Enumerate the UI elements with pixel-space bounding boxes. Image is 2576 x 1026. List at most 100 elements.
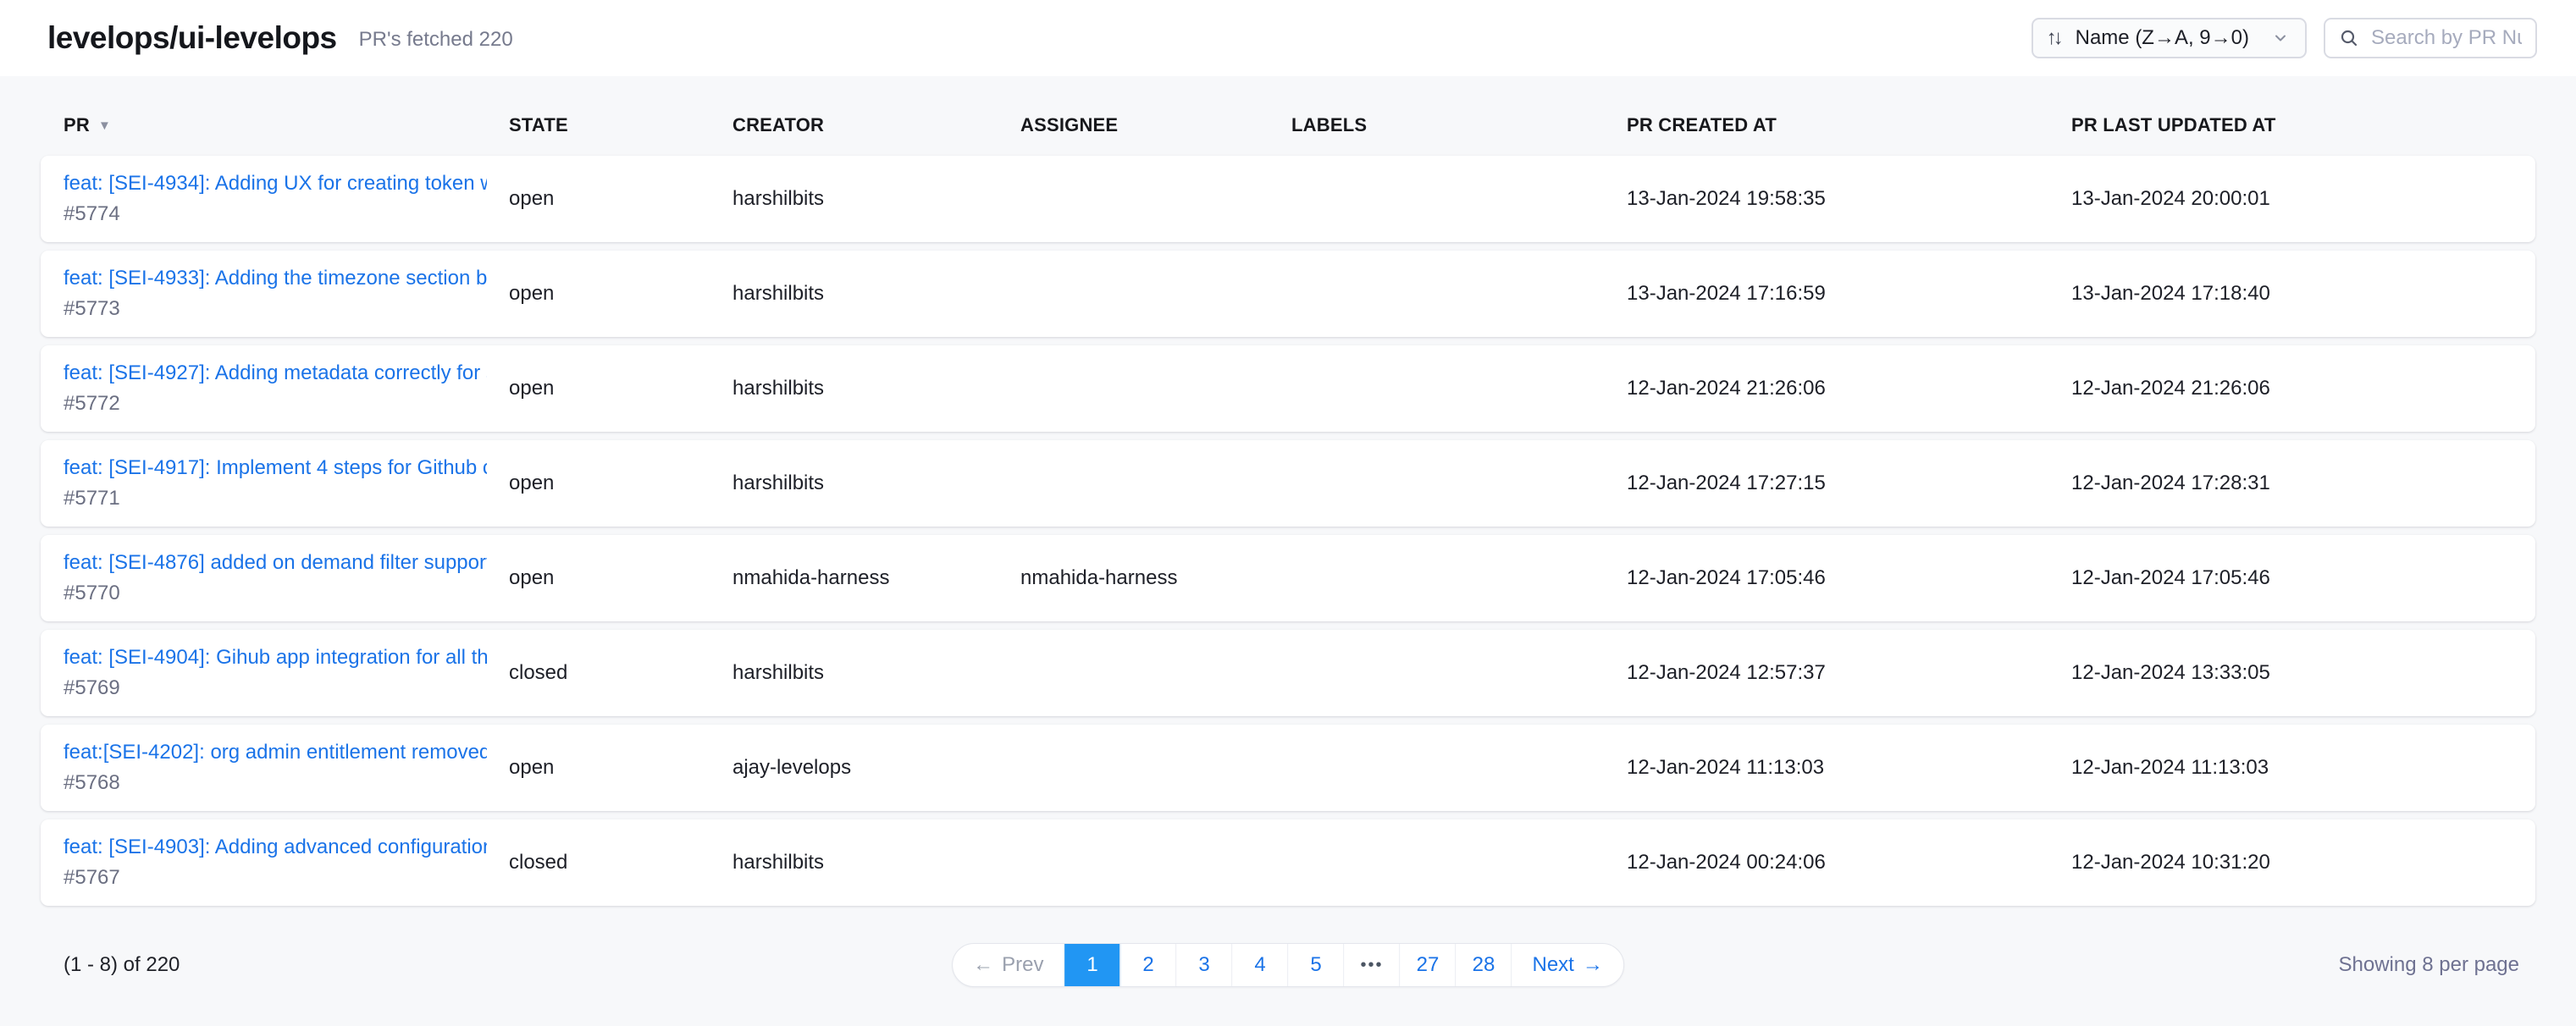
- column-header-pr[interactable]: PR ▼: [64, 114, 509, 136]
- page-button[interactable]: 3: [1177, 944, 1233, 986]
- pr-last-updated-at: 12-Jan-2024 21:26:06: [2071, 377, 2535, 400]
- arrow-left-icon: ←: [973, 953, 993, 977]
- pr-state: open: [509, 566, 732, 590]
- page-button[interactable]: 1: [1065, 944, 1121, 986]
- pr-number: #5771: [64, 487, 509, 510]
- pr-last-updated-at: 13-Jan-2024 20:00:01: [2071, 187, 2535, 211]
- pr-title-link[interactable]: feat: [SEI-4927]: Adding metadata correc…: [64, 361, 487, 385]
- pr-title-link[interactable]: feat: [SEI-4934]: Adding UX for creating…: [64, 172, 487, 196]
- table-row[interactable]: feat: [SEI-4934]: Adding UX for creating…: [41, 156, 2535, 242]
- search-input[interactable]: [2371, 26, 2522, 50]
- table-row[interactable]: feat: [SEI-4904]: Gihub app integration …: [41, 630, 2535, 716]
- bottom-bar: (1 - 8) of 220 ← Prev 1 2 3 4 5 ••• 27 2…: [0, 923, 2576, 1007]
- page-button[interactable]: 5: [1289, 944, 1345, 986]
- table-row[interactable]: feat: [SEI-4903]: Adding advanced config…: [41, 819, 2535, 906]
- table-row[interactable]: feat: [SEI-4876] added on demand filter …: [41, 535, 2535, 621]
- pr-last-updated-at: 12-Jan-2024 11:13:03: [2071, 756, 2535, 780]
- pr-title-cell: feat: [SEI-4876] added on demand filter …: [64, 551, 509, 605]
- pr-creator: harshilbits: [732, 377, 1020, 400]
- prev-page-button[interactable]: ← Prev: [953, 944, 1064, 986]
- arrow-right-icon: →: [1583, 953, 1603, 977]
- pr-created-at: 13-Jan-2024 19:58:35: [1627, 187, 2071, 211]
- pr-title-cell: feat: [SEI-4927]: Adding metadata correc…: [64, 361, 509, 416]
- pr-title-cell: feat: [SEI-4903]: Adding advanced config…: [64, 836, 509, 890]
- pr-last-updated-at: 12-Jan-2024 17:05:46: [2071, 566, 2535, 590]
- pr-title-cell: feat:[SEI-4202]: org admin entitlement r…: [64, 741, 509, 795]
- pr-number: #5773: [64, 297, 509, 321]
- pr-state: open: [509, 282, 732, 306]
- pr-title-link[interactable]: feat: [SEI-4933]: Adding the timezone se…: [64, 267, 487, 290]
- column-header-pr-last-updated-at: PR LAST UPDATED AT: [2071, 114, 2535, 136]
- pr-last-updated-at: 12-Jan-2024 13:33:05: [2071, 661, 2535, 685]
- pr-creator: harshilbits: [732, 282, 1020, 306]
- next-page-button[interactable]: Next →: [1512, 944, 1623, 986]
- pr-created-at: 12-Jan-2024 21:26:06: [1627, 377, 2071, 400]
- pr-last-updated-at: 13-Jan-2024 17:18:40: [2071, 282, 2535, 306]
- column-header-pr-created-at: PR CREATED AT: [1627, 114, 2071, 136]
- pr-state: closed: [509, 661, 732, 685]
- pr-state: open: [509, 756, 732, 780]
- page-title: levelops/ui-levelops: [47, 20, 337, 56]
- pr-creator: ajay-levelops: [732, 756, 1020, 780]
- search-box[interactable]: [2324, 18, 2537, 58]
- search-icon: [2339, 28, 2359, 48]
- pr-created-at: 12-Jan-2024 17:27:15: [1627, 472, 2071, 495]
- page-buttons: 1 2 3 4 5 ••• 27 28: [1065, 944, 1512, 986]
- sort-order-icon: ↑↓: [2047, 26, 2060, 50]
- table-header-row: PR ▼ STATE CREATOR ASSIGNEE LABELS PR CR…: [41, 100, 2535, 151]
- pr-number: #5768: [64, 771, 509, 795]
- pr-created-at: 12-Jan-2024 12:57:37: [1627, 661, 2071, 685]
- pr-title-link[interactable]: feat:[SEI-4202]: org admin entitlement r…: [64, 741, 487, 764]
- pr-state: open: [509, 377, 732, 400]
- column-header-assignee: ASSIGNEE: [1020, 114, 1291, 136]
- pr-state: open: [509, 187, 732, 211]
- page-button[interactable]: 27: [1401, 944, 1457, 986]
- pagination: ← Prev 1 2 3 4 5 ••• 27 28 Next →: [952, 943, 1624, 987]
- page-button[interactable]: 28: [1457, 944, 1512, 986]
- pr-number: #5772: [64, 392, 509, 416]
- page-button[interactable]: 2: [1121, 944, 1177, 986]
- pr-state: open: [509, 472, 732, 495]
- pr-title-link[interactable]: feat: [SEI-4903]: Adding advanced config…: [64, 836, 487, 859]
- pr-creator: harshilbits: [732, 187, 1020, 211]
- pr-created-at: 12-Jan-2024 00:24:06: [1627, 851, 2071, 874]
- pr-title-link[interactable]: feat: [SEI-4917]: Implement 4 steps for …: [64, 456, 487, 480]
- pr-title-link[interactable]: feat: [SEI-4876] added on demand filter …: [64, 551, 487, 575]
- pr-creator: harshilbits: [732, 661, 1020, 685]
- pr-last-updated-at: 12-Jan-2024 17:28:31: [2071, 472, 2535, 495]
- pr-number: #5767: [64, 866, 509, 890]
- pr-created-at: 12-Jan-2024 11:13:03: [1627, 756, 2071, 780]
- pr-rows: feat: [SEI-4934]: Adding UX for creating…: [41, 156, 2535, 906]
- pr-last-updated-at: 12-Jan-2024 10:31:20: [2071, 851, 2535, 874]
- pr-title-cell: feat: [SEI-4917]: Implement 4 steps for …: [64, 456, 509, 510]
- pr-state: closed: [509, 851, 732, 874]
- pr-creator: harshilbits: [732, 472, 1020, 495]
- pr-creator: harshilbits: [732, 851, 1020, 874]
- sort-dropdown-label: Name (Z→A, 9→0): [2076, 26, 2249, 50]
- pr-number: #5774: [64, 202, 509, 226]
- pr-table: PR ▼ STATE CREATOR ASSIGNEE LABELS PR CR…: [0, 100, 2576, 906]
- column-header-labels: LABELS: [1291, 114, 1627, 136]
- sort-dropdown[interactable]: ↑↓ Name (Z→A, 9→0): [2032, 18, 2307, 58]
- pr-number: #5770: [64, 582, 509, 605]
- pr-number: #5769: [64, 676, 509, 700]
- pr-title-link[interactable]: feat: [SEI-4904]: Gihub app integration …: [64, 646, 487, 670]
- pr-assignee: nmahida-harness: [1020, 566, 1291, 590]
- table-row[interactable]: feat: [SEI-4933]: Adding the timezone se…: [41, 251, 2535, 337]
- pr-created-at: 13-Jan-2024 17:16:59: [1627, 282, 2071, 306]
- sort-desc-triangle-icon[interactable]: ▼: [98, 119, 111, 133]
- chevron-down-icon: [2271, 29, 2290, 47]
- column-header-state: STATE: [509, 114, 732, 136]
- pr-title-cell: feat: [SEI-4933]: Adding the timezone se…: [64, 267, 509, 321]
- page-ellipsis: •••: [1345, 944, 1401, 986]
- pr-title-cell: feat: [SEI-4934]: Adding UX for creating…: [64, 172, 509, 226]
- table-row[interactable]: feat: [SEI-4927]: Adding metadata correc…: [41, 345, 2535, 432]
- top-bar: levelops/ui-levelops PR's fetched 220 ↑↓…: [0, 0, 2576, 76]
- column-header-creator: CREATOR: [732, 114, 1020, 136]
- page-button[interactable]: 4: [1233, 944, 1289, 986]
- table-row[interactable]: feat: [SEI-4917]: Implement 4 steps for …: [41, 440, 2535, 527]
- per-page-label: Showing 8 per page: [2339, 953, 2520, 977]
- pr-title-cell: feat: [SEI-4904]: Gihub app integration …: [64, 646, 509, 700]
- pr-created-at: 12-Jan-2024 17:05:46: [1627, 566, 2071, 590]
- table-row[interactable]: feat:[SEI-4202]: org admin entitlement r…: [41, 725, 2535, 811]
